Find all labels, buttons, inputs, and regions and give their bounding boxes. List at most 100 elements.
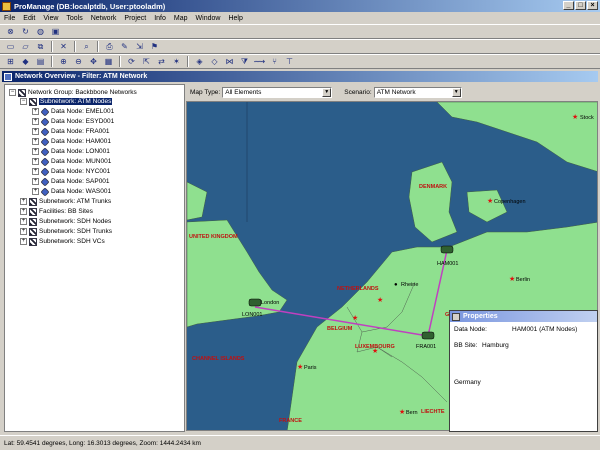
chevron-down-icon[interactable]: ▼: [451, 87, 461, 97]
tree-item-data-node[interactable]: + Data Node: ESYD001: [32, 116, 115, 127]
open-icon[interactable]: ▱: [19, 41, 32, 53]
expand-icon[interactable]: +: [32, 158, 39, 165]
country-label-liechte: LIECHTE: [421, 409, 445, 415]
filter-icon[interactable]: ⧩: [238, 56, 251, 68]
menu-help[interactable]: Help: [228, 15, 242, 22]
export-icon[interactable]: ⇲: [133, 41, 146, 53]
expand-icon[interactable]: +: [32, 178, 39, 185]
shape-icon[interactable]: ◈: [193, 56, 206, 68]
data-node-icon: [40, 106, 50, 117]
expand-icon[interactable]: +: [20, 208, 27, 215]
zoom-in-icon[interactable]: ⊕: [57, 56, 70, 68]
menu-tools[interactable]: Tools: [66, 15, 82, 22]
zoom-out-icon[interactable]: ⊖: [72, 56, 85, 68]
expand-icon[interactable]: +: [20, 228, 27, 235]
node-lon001-icon[interactable]: [248, 298, 262, 307]
network-icon[interactable]: ⊗: [4, 26, 17, 38]
expand-icon[interactable]: +: [32, 148, 39, 155]
tree-item-data-node[interactable]: + Data Node: FRA001: [32, 126, 110, 137]
menu-map[interactable]: Map: [174, 15, 188, 22]
link-icon[interactable]: ⇄: [155, 56, 168, 68]
expand-icon[interactable]: +: [32, 128, 39, 135]
expand-icon[interactable]: +: [20, 198, 27, 205]
collapse-icon[interactable]: −: [9, 89, 16, 96]
node-fra001-icon[interactable]: [421, 331, 435, 340]
tree-item-atm-trunks[interactable]: + Subnetwork: ATM Trunks: [20, 197, 111, 206]
find-icon[interactable]: ⌕: [80, 41, 93, 53]
window-icon[interactable]: ▣: [49, 26, 62, 38]
tree-item-label: Data Node: WAS001: [51, 188, 112, 195]
connect-icon[interactable]: ⋈: [223, 56, 236, 68]
tree-icon[interactable]: ⊤: [283, 56, 296, 68]
city-label-london: London: [261, 300, 279, 306]
tree-item-data-node[interactable]: + Data Node: HAM001: [32, 136, 111, 147]
expand-icon[interactable]: +: [20, 218, 27, 225]
expand-icon[interactable]: +: [32, 108, 39, 115]
data-node-icon: [40, 116, 50, 127]
menu-project[interactable]: Project: [124, 15, 146, 22]
minimize-button[interactable]: _: [563, 1, 574, 10]
menu-edit[interactable]: Edit: [23, 15, 35, 22]
refresh-map-icon[interactable]: ⟳: [125, 56, 138, 68]
tree-item-data-node[interactable]: + Data Node: MUN001: [32, 156, 111, 167]
chevron-down-icon[interactable]: ▼: [322, 87, 332, 97]
menu-window[interactable]: Window: [196, 15, 221, 22]
satellite-icon[interactable]: ✶: [170, 56, 183, 68]
tree-item-sdh-vcs[interactable]: + Subnetwork: SDH VCs: [20, 237, 105, 246]
delete-icon[interactable]: ✕: [57, 41, 70, 53]
tree-item-label: Data Node: NYC001: [51, 168, 111, 175]
maximize-button[interactable]: □: [575, 1, 586, 10]
layer-icon[interactable]: ▤: [34, 56, 47, 68]
tree-item-atm-nodes[interactable]: − Subnetwork: ATM Nodes: [20, 97, 113, 106]
tools-icon[interactable]: ✎: [118, 41, 131, 53]
status-bar: Lat: 59.4541 degrees, Long: 16.3013 degr…: [0, 435, 600, 450]
route-icon[interactable]: ⟿: [253, 56, 266, 68]
new-icon[interactable]: ▭: [4, 41, 17, 53]
diamond-icon[interactable]: ◇: [208, 56, 221, 68]
tree-item-data-node[interactable]: + Data Node: LON001: [32, 146, 110, 157]
tree-item-bb-sites[interactable]: + Facilities: BB Sites: [20, 207, 93, 216]
tree-item-sdh-trunks[interactable]: + Subnetwork: SDH Trunks: [20, 227, 112, 236]
city-marker: ★: [372, 347, 378, 355]
node-icon[interactable]: ◆: [19, 56, 32, 68]
expand-icon[interactable]: +: [32, 118, 39, 125]
image-icon[interactable]: ▦: [102, 56, 115, 68]
expand-icon[interactable]: +: [32, 168, 39, 175]
fork-icon[interactable]: ⑂: [268, 56, 281, 68]
tree-item-data-node[interactable]: + Data Node: EMEL001: [32, 106, 114, 117]
city-marker: ★: [377, 296, 383, 304]
city-label-stock: Stock: [580, 115, 594, 121]
menu-network[interactable]: Network: [91, 15, 117, 22]
tree-item-data-node[interactable]: + Data Node: SAP001: [32, 176, 110, 187]
select-icon[interactable]: ⇱: [140, 56, 153, 68]
collapse-icon[interactable]: −: [20, 98, 27, 105]
refresh-icon[interactable]: ↻: [19, 26, 32, 38]
menu-view[interactable]: View: [43, 15, 58, 22]
tree-item-data-node[interactable]: + Data Node: NYC001: [32, 166, 111, 177]
expand-icon[interactable]: +: [32, 138, 39, 145]
arrange-icon[interactable]: ⊞: [4, 56, 17, 68]
copy-icon[interactable]: ⧉: [34, 41, 47, 53]
node-ham001-icon[interactable]: [440, 245, 454, 254]
city-marker: ★: [487, 197, 493, 205]
scenario-select[interactable]: ATM Network ▼: [373, 86, 462, 98]
country-label-france: FRANCE: [279, 418, 302, 424]
menu-file[interactable]: File: [4, 15, 15, 22]
flag-icon[interactable]: ⚑: [148, 41, 161, 53]
close-button[interactable]: ×: [587, 1, 598, 10]
globe-icon[interactable]: ◍: [34, 26, 47, 38]
expand-icon[interactable]: +: [32, 188, 39, 195]
expand-icon[interactable]: +: [20, 238, 27, 245]
tree-item-sdh-nodes[interactable]: + Subnetwork: SDH Nodes: [20, 217, 111, 226]
map-type-select[interactable]: All Elements ▼: [222, 86, 333, 98]
network-tree[interactable]: − Network Group: Backbbone Networks − Su…: [4, 84, 185, 432]
subnetwork-icon: [29, 197, 37, 206]
print-icon[interactable]: ⎙: [103, 41, 116, 53]
tree-item-label: Data Node: ESYD001: [51, 118, 115, 125]
menu-info[interactable]: Info: [154, 15, 166, 22]
tree-item-data-node[interactable]: + Data Node: WAS001: [32, 186, 112, 197]
pan-icon[interactable]: ✥: [87, 56, 100, 68]
properties-panel: Properties Data Node: HAM001 (ATM Nodes)…: [449, 310, 598, 432]
tree-item-root[interactable]: − Network Group: Backbbone Networks: [9, 88, 137, 97]
tree-item-label: Data Node: SAP001: [51, 178, 110, 185]
